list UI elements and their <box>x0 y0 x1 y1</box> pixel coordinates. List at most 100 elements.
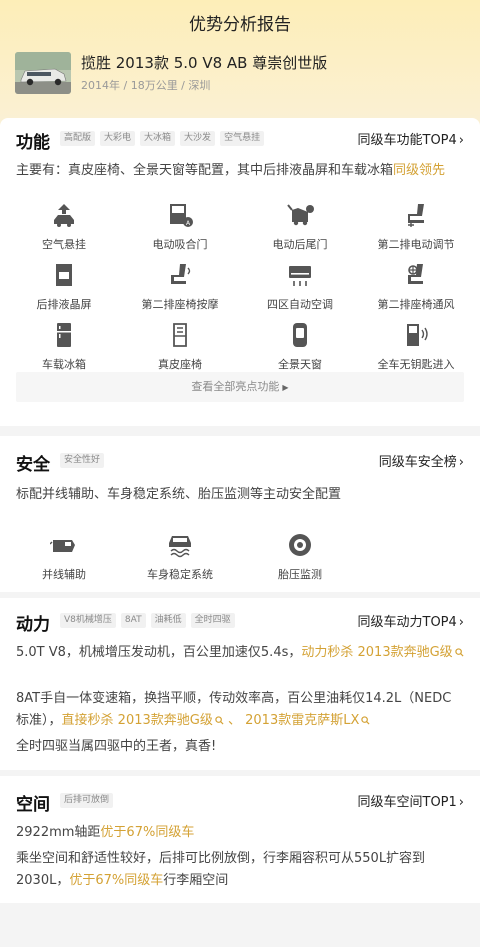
feature-item-keyless-entry[interactable]: 全车无钥匙进入 <box>356 322 476 372</box>
feature-tag: 大彩电 <box>100 131 136 146</box>
space-p2-suffix: 行李厢空间 <box>163 873 229 888</box>
power-tags: V8机械增压 8AT 油耗低 全时四驱 <box>60 613 235 628</box>
climate-control-icon <box>289 266 311 286</box>
car-header: 揽胜 2013款 5.0 V8 AB 尊崇创世版 2014年 / 18万公里 /… <box>15 52 465 96</box>
tire-pressure-icon <box>289 534 311 556</box>
feature-item-sunroof[interactable]: 全景天窗 <box>240 322 360 372</box>
feature-item-power-seat-adjust[interactable]: 第二排电动调节 <box>356 202 476 252</box>
feature-label: 第二排座椅通风 <box>377 298 455 311</box>
power-rank-link[interactable]: 同级车动力TOP4 › <box>358 611 465 630</box>
triangle-right-icon: ▶ <box>282 383 289 392</box>
safety-title: 安全 <box>16 455 50 475</box>
chevron-right-icon: › <box>458 133 464 148</box>
soft-close-door-icon: A <box>170 204 193 227</box>
page-title: 优势分析报告 <box>189 15 291 35</box>
feature-item-seat-massage[interactable]: 第二排座椅按摩 <box>120 262 240 312</box>
feature-item-climate-control[interactable]: 四区自动空调 <box>240 262 360 312</box>
chevron-right-icon: › <box>458 455 464 470</box>
car-meta: 2014年 / 18万公里 / 深圳 <box>81 79 211 92</box>
features-tags: 高配版 大彩电 大冰箱 大沙发 空气悬挂 <box>60 131 265 146</box>
keyless-entry-icon <box>407 324 428 346</box>
view-all-features-label: 查看全部亮点功能 <box>191 380 280 393</box>
features-summary-highlight: 同级领先 <box>393 163 446 178</box>
seat-massage-icon <box>171 264 191 284</box>
car-thumbnail <box>15 52 71 94</box>
features-card: 功能 高配版 大彩电 大冰箱 大沙发 空气悬挂 同级车功能TOP4 › 主要有：真… <box>0 118 480 426</box>
feature-label: 电动后尾门 <box>272 238 328 251</box>
safety-rank-label: 同级车安全榜 <box>378 455 457 470</box>
features-summary-text: 主要有：真皮座椅、全景天窗等配置，其中后排液晶屏和车载冰箱 <box>16 163 394 178</box>
compare-link-benz-g[interactable]: 2013款奔驰G级 <box>358 645 453 660</box>
power-rank-label: 同级车动力TOP4 <box>357 615 457 630</box>
car-name: 揽胜 2013款 5.0 V8 AB 尊崇创世版 <box>81 54 328 72</box>
leather-seat-icon <box>173 323 187 347</box>
safety-label: 并线辅助 <box>42 568 86 581</box>
feature-item-soft-close-door[interactable]: A 电动吸合门 <box>120 202 240 252</box>
power-tag: V8机械增压 <box>60 613 116 628</box>
safety-card: 安全 安全性好 同级车安全榜 › 标配并线辅助、车身稳定系统、胎压监测等主动安全配… <box>0 436 480 592</box>
space-tags: 后排可放倒 <box>60 793 114 808</box>
power-seat-adjust-icon <box>408 204 424 227</box>
safety-item-lane-assist[interactable]: 并线辅助 <box>4 532 124 582</box>
feature-item-fridge[interactable]: 车载冰箱 <box>4 322 124 372</box>
space-rank-link[interactable]: 同级车空间TOP1 › <box>358 791 465 810</box>
safety-tag: 安全性好 <box>60 453 105 468</box>
chevron-right-icon: › <box>458 795 464 810</box>
fridge-icon <box>57 323 71 347</box>
feature-label: 全景天窗 <box>278 358 322 371</box>
feature-tag: 大冰箱 <box>140 131 176 146</box>
chevron-right-icon: › <box>458 615 464 630</box>
space-paragraph-2: 乘坐空间和舒适性较好，后排可比例放倒，行李厢容积可从550L扩容到2030L，优… <box>16 848 464 892</box>
search-icon <box>361 716 370 725</box>
view-all-features-button[interactable]: 查看全部亮点功能 ▶ <box>16 372 464 402</box>
safety-item-stability-control[interactable]: 车身稳定系统 <box>120 532 240 582</box>
feature-item-power-tailgate[interactable]: 电动后尾门 <box>240 202 360 252</box>
power-title: 动力 <box>16 615 50 635</box>
compare-link-lexus-lx[interactable]: 2013款雷克萨斯LX <box>245 713 359 728</box>
search-icon <box>215 716 224 725</box>
power-card: 动力 V8机械增压 8AT 油耗低 全时四驱 同级车动力TOP4 › 5.0T V… <box>0 598 480 770</box>
space-tag: 后排可放倒 <box>60 793 114 808</box>
space-p1-highlight: 优于67%同级车 <box>100 825 195 840</box>
power-paragraph-2: 8AT手自一体变速箱，换挡平顺，传动效率高，百公里油耗仅14.2L（NEDC标准… <box>16 688 464 732</box>
sunroof-icon <box>293 323 307 347</box>
feature-item-air-suspension[interactable]: 空气悬挂 <box>4 202 124 252</box>
feature-item-seat-ventilation[interactable]: 第二排座椅通风 <box>356 262 476 312</box>
feature-tag: 空气悬挂 <box>220 131 265 146</box>
space-title: 空间 <box>16 795 50 815</box>
space-paragraph-1: 2922mm轴距优于67%同级车 <box>16 822 464 844</box>
space-p1-text: 2922mm轴距 <box>16 825 101 840</box>
feature-label: 第二排电动调节 <box>377 238 455 251</box>
safety-summary: 标配并线辅助、车身稳定系统、胎压监测等主动安全配置 <box>16 487 342 502</box>
safety-item-tire-pressure[interactable]: 胎压监测 <box>240 532 360 582</box>
feature-label: 空气悬挂 <box>42 238 86 251</box>
feature-label: 全车无钥匙进入 <box>377 358 455 371</box>
space-rank-label: 同级车空间TOP1 <box>357 795 457 810</box>
search-icon <box>455 648 464 657</box>
feature-item-rear-screen[interactable]: 后排液晶屏 <box>4 262 124 312</box>
power-paragraph-1: 5.0T V8，机械增压发动机，百公里加速仅5.4s，动力秒杀 2013款奔驰G… <box>16 642 464 664</box>
power-p1-highlight: 动力秒杀 <box>301 645 354 660</box>
safety-label: 胎压监测 <box>278 568 322 581</box>
power-p2-separator: 、 <box>227 713 241 728</box>
rear-screen-icon <box>56 264 72 286</box>
features-rank-link[interactable]: 同级车功能TOP4 › <box>358 129 465 148</box>
lane-assist-icon <box>50 540 75 552</box>
power-tag: 8AT <box>120 613 146 628</box>
feature-item-leather-seat[interactable]: 真皮座椅 <box>120 322 240 372</box>
safety-rank-link[interactable]: 同级车安全榜 › <box>379 451 464 470</box>
space-p2-highlight: 优于67%同级车 <box>69 873 164 888</box>
air-suspension-icon <box>54 204 74 227</box>
power-p1-text: 5.0T V8，机械增压发动机，百公里加速仅5.4s， <box>16 645 302 660</box>
feature-label: 车载冰箱 <box>42 358 86 371</box>
space-card: 空间 后排可放倒 同级车空间TOP1 › 2922mm轴距优于67%同级车 乘坐空… <box>0 776 480 903</box>
stability-control-icon <box>169 536 191 558</box>
feature-tag: 高配版 <box>60 131 96 146</box>
safety-tags: 安全性好 <box>60 453 105 468</box>
power-tailgate-icon <box>287 204 314 226</box>
feature-label: 真皮座椅 <box>158 358 202 371</box>
feature-label: 后排液晶屏 <box>36 298 92 311</box>
power-tag: 油耗低 <box>150 613 186 628</box>
features-title: 功能 <box>16 133 50 153</box>
compare-link-benz-g-2[interactable]: 2013款奔驰G级 <box>118 713 213 728</box>
